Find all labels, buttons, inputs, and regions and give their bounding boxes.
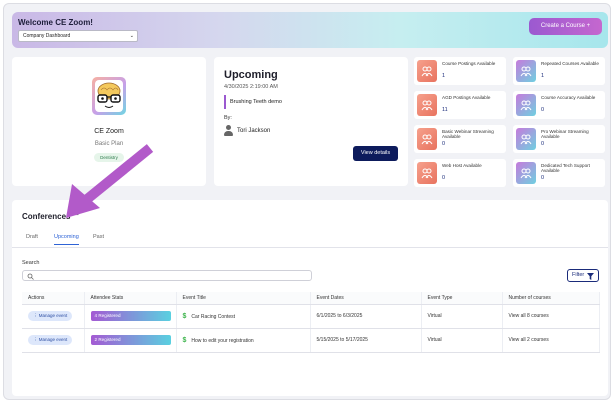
manage-event-button[interactable]: ⋮ Manage event [28, 311, 73, 321]
stat-label: Course Postings Available [442, 61, 496, 66]
tab-draft[interactable]: Draft [26, 234, 38, 244]
column-header: Event Dates [310, 292, 422, 305]
stat-label: Pro Webinar Streaming Available [541, 129, 589, 140]
dollar-icon: $ [182, 336, 187, 344]
upcoming-card: Upcoming 4/30/2025 2:19:00 AM Brushing T… [214, 57, 408, 186]
stat-value: 1 [442, 73, 446, 79]
profile-name: CE Zoom [94, 128, 124, 135]
users-icon [516, 60, 536, 82]
column-header: Event Title [176, 292, 311, 305]
stat-value: 1 [541, 73, 545, 79]
stat-label: AGD Postings Available [442, 95, 491, 100]
upcoming-datetime: 4/30/2025 2:19:00 AM [224, 84, 278, 90]
dashboard-select-value: Company Dashboard [23, 33, 71, 39]
event-dates: 5/15/2025 to 5/17/2025 [310, 328, 422, 353]
dashboard-select[interactable]: Company Dashboard ⌄ [18, 30, 138, 42]
header-banner: Welcome CE Zoom! Company Dashboard ⌄ Cre… [12, 12, 608, 48]
upcoming-title: Upcoming [224, 69, 278, 81]
upcoming-event-name: Brushing Teeth demo [224, 95, 282, 109]
column-header: Event Type [421, 292, 503, 305]
stat-card: Course Postings Available 1 [414, 57, 506, 85]
funnel-icon [587, 273, 594, 280]
event-type: Virtual [421, 328, 503, 353]
search-label: Search [22, 260, 40, 266]
stat-value: 0 [442, 141, 446, 147]
tab-past[interactable]: Past [93, 234, 104, 244]
avatar [92, 77, 126, 115]
annotation-arrow-icon [66, 144, 154, 218]
stat-label: Basic Webinar Streaming Available [442, 129, 494, 140]
conference-tabs: Draft Upcoming Past [12, 230, 608, 248]
app-frame: Welcome CE Zoom! Company Dashboard ⌄ Cre… [3, 3, 611, 400]
conferences-panel: Conferences ⌃ Draft Upcoming Past Search… [12, 200, 608, 396]
users-icon [516, 94, 536, 116]
filter-button[interactable]: Filter [567, 269, 599, 282]
user-icon [224, 125, 233, 136]
stat-value: 0 [541, 175, 545, 181]
upcoming-by-label: By: [224, 115, 232, 121]
search-input[interactable] [22, 270, 312, 281]
stat-label: Dedicated Tech Support Available [541, 163, 590, 174]
stat-label: Course Accuracy Available [541, 95, 596, 100]
filter-label: Filter [572, 272, 585, 278]
attendee-stats-bar[interactable]: 4 Registered [90, 311, 171, 321]
stat-card: Course Accuracy Available 0 [513, 91, 605, 119]
stat-card: Repeated Courses Available 1 [513, 57, 605, 85]
conferences-table: Actions Attendee Stats Event Title Event… [22, 292, 600, 353]
stat-card: Web Host Available 0 [414, 159, 506, 187]
event-title: How to edit your registration [191, 337, 254, 344]
table-row: ⋮ Manage event 4 Registered $ Car Racing … [22, 304, 600, 329]
view-courses-link[interactable]: View all 8 courses [502, 304, 600, 329]
stat-value: 0 [541, 141, 545, 147]
table-row: ⋮ Manage event 2 Registered $ How to edit… [22, 328, 600, 353]
event-title: Car Racing Contest [191, 313, 236, 320]
column-header: Number of courses [502, 292, 600, 305]
users-icon [417, 162, 437, 184]
search-icon [27, 273, 34, 280]
stat-value: 11 [442, 107, 448, 113]
users-icon [417, 60, 437, 82]
event-type: Virtual [421, 304, 503, 329]
stat-value: 0 [442, 175, 446, 181]
view-details-button[interactable]: View details [353, 146, 398, 161]
presenter: Tori Jackson [224, 125, 270, 136]
chevron-down-icon: ⌄ [129, 33, 134, 39]
brain-glasses-logo-icon [97, 82, 121, 108]
table-header-row: Actions Attendee Stats Event Title Event… [22, 292, 600, 305]
event-dates: 6/1/2025 to 6/3/2025 [310, 304, 422, 329]
view-courses-link[interactable]: View all 2 courses [502, 328, 600, 353]
manage-event-button[interactable]: ⋮ Manage event [28, 335, 73, 345]
users-icon [516, 128, 536, 150]
tab-upcoming[interactable]: Upcoming [54, 234, 79, 245]
users-icon [516, 162, 536, 184]
stat-value: 0 [541, 107, 545, 113]
presenter-name: Tori Jackson [237, 127, 271, 134]
stat-card: AGD Postings Available 11 [414, 91, 506, 119]
stat-label: Repeated Courses Available [541, 61, 599, 66]
attendee-stats-bar[interactable]: 2 Registered [90, 335, 171, 345]
users-icon [417, 128, 437, 150]
welcome-title: Welcome CE Zoom! [18, 18, 93, 27]
users-icon [417, 94, 437, 116]
column-header: Actions [22, 292, 85, 305]
stat-label: Web Host Available [442, 163, 482, 168]
dollar-icon: $ [182, 312, 187, 320]
stat-card: Pro Webinar Streaming Available 0 [513, 125, 605, 153]
stat-card: Basic Webinar Streaming Available 0 [414, 125, 506, 153]
stat-card: Dedicated Tech Support Available 0 [513, 159, 605, 187]
column-header: Attendee Stats [84, 292, 177, 305]
create-course-button[interactable]: Create a Course + [529, 18, 602, 35]
